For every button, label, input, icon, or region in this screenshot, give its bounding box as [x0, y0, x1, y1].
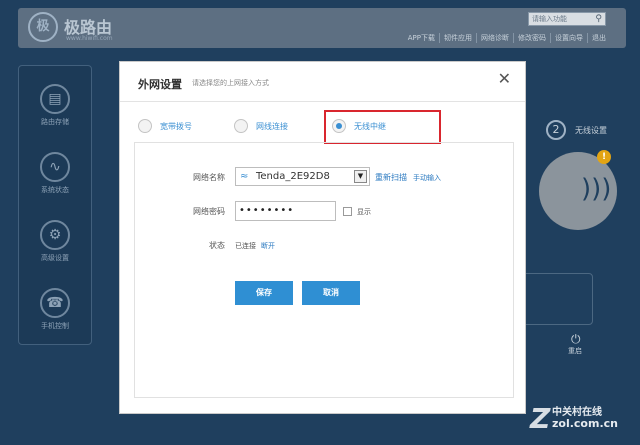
- watermark-brand: 中关村在线: [552, 407, 602, 418]
- tab-pppoe[interactable]: 宽带拨号: [138, 112, 192, 142]
- tab-wireless-repeater[interactable]: 无线中继: [332, 112, 386, 142]
- wan-settings-dialog: 外网设置 请选择您的上网接入方式 ✕ 宽带拨号 网线连接 无线中继 网络名称 ≈…: [119, 61, 526, 414]
- router-status-panel: 2 无线设置 ))) ! ⏻ 重启: [521, 110, 640, 355]
- nav-setup-wizard[interactable]: 设置向导: [550, 33, 587, 43]
- dialog-header: 外网设置 请选择您的上网接入方式 ✕: [120, 62, 525, 102]
- sidebar-item-advanced[interactable]: ⚙ 高级设置: [19, 212, 91, 276]
- watermark-logo-icon: Z: [530, 402, 551, 435]
- network-name-value: Tenda_2E92D8: [256, 171, 330, 182]
- sidebar-item-label: 高级设置: [41, 254, 69, 262]
- sidebar-item-label: 系统状态: [41, 186, 69, 194]
- network-name-select[interactable]: ≈ Tenda_2E92D8 ▼: [235, 167, 370, 186]
- sidebar: ▤ 路由存储 ∿ 系统状态 ⚙ 高级设置 ☎ 手机控制: [18, 65, 92, 345]
- status-value: 已连接: [235, 242, 256, 250]
- dialog-subtitle: 请选择您的上网接入方式: [192, 79, 269, 87]
- logo-icon: 极: [28, 12, 58, 42]
- sidebar-item-label: 路由存储: [41, 118, 69, 126]
- repeater-form: 网络名称 ≈ Tenda_2E92D8 ▼ 重新扫描 手动输入 网络密码 •••…: [134, 142, 514, 398]
- connection-type-tabs: 宽带拨号 网线连接 无线中继: [134, 110, 514, 144]
- app-header: 极 极路由 www.hiwifi.com 请输入功能 ⚲ APP下载 韧件应用 …: [18, 8, 626, 48]
- close-icon[interactable]: ✕: [498, 71, 511, 87]
- search-icon[interactable]: ⚲: [595, 13, 602, 25]
- show-password-label: 显示: [357, 208, 371, 216]
- step-label[interactable]: 无线设置: [575, 125, 607, 136]
- tab-label: 网线连接: [256, 122, 288, 131]
- router-illustration: [521, 273, 593, 325]
- watermark: Z 中关村在线 zol.com.cn: [530, 400, 638, 440]
- disconnect-link[interactable]: 断开: [261, 241, 275, 251]
- search-input[interactable]: 请输入功能 ⚲: [528, 12, 606, 26]
- watermark-url: zol.com.cn: [552, 417, 618, 430]
- cancel-button[interactable]: 取消: [302, 281, 360, 305]
- gear-icon: ⚙: [40, 220, 70, 250]
- dialog-title: 外网设置: [138, 78, 182, 91]
- nav-app-download[interactable]: APP下载: [404, 33, 439, 43]
- nav-change-password[interactable]: 修改密码: [513, 33, 550, 43]
- nav-plugins[interactable]: 韧件应用: [439, 33, 476, 43]
- manual-input-link[interactable]: 手动输入: [413, 173, 441, 183]
- wifi-icon: ≈: [240, 171, 249, 182]
- nav-logout[interactable]: 退出: [587, 33, 610, 43]
- nav-diagnose[interactable]: 网络诊断: [476, 33, 513, 43]
- rescan-link[interactable]: 重新扫描: [375, 172, 407, 183]
- tab-cable[interactable]: 网线连接: [234, 112, 288, 142]
- phone-icon: ☎: [40, 288, 70, 318]
- warning-icon: !: [597, 150, 611, 164]
- wifi-signal-icon: ))): [581, 174, 612, 204]
- network-name-label: 网络名称: [193, 173, 225, 182]
- pulse-icon: ∿: [40, 152, 70, 182]
- storage-icon: ▤: [40, 84, 70, 114]
- top-nav: APP下载 韧件应用 网络诊断 修改密码 设置向导 退出: [404, 33, 610, 43]
- radio-cable[interactable]: [234, 118, 248, 133]
- sidebar-item-mobile[interactable]: ☎ 手机控制: [19, 280, 91, 344]
- save-button[interactable]: 保存: [235, 281, 293, 305]
- radio-wireless-repeater[interactable]: [332, 118, 346, 133]
- step-number: 2: [546, 120, 566, 140]
- search-placeholder: 请输入功能: [532, 15, 567, 23]
- tab-label: 宽带拨号: [160, 122, 192, 131]
- status-label: 状态: [209, 241, 225, 250]
- tab-label: 无线中继: [354, 122, 386, 131]
- network-password-label: 网络密码: [193, 207, 225, 216]
- radio-pppoe[interactable]: [138, 118, 152, 133]
- power-icon[interactable]: ⏻: [571, 332, 581, 347]
- reboot-label[interactable]: 重启: [568, 346, 582, 356]
- sidebar-item-label: 手机控制: [41, 322, 69, 330]
- sidebar-item-storage[interactable]: ▤ 路由存储: [19, 76, 91, 140]
- password-field[interactable]: ••••••••: [235, 201, 336, 221]
- sidebar-item-status[interactable]: ∿ 系统状态: [19, 144, 91, 208]
- chevron-down-icon[interactable]: ▼: [354, 170, 367, 183]
- logo-domain: www.hiwifi.com: [66, 35, 113, 42]
- show-password-checkbox[interactable]: [343, 207, 352, 216]
